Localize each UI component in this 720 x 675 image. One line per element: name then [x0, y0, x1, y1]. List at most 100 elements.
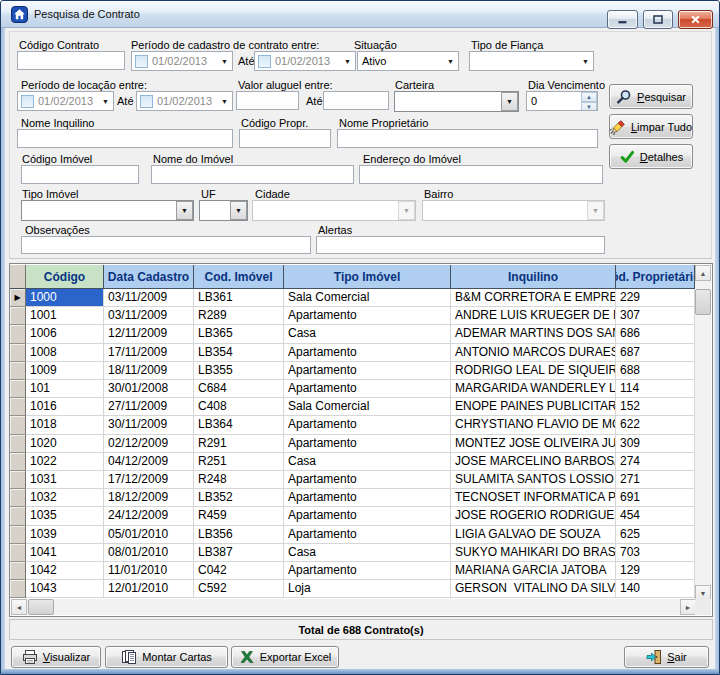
table-row[interactable]: 103117/12/2009R248ApartamentoSULAMITA SA…: [10, 471, 695, 489]
table-cell[interactable]: Apartamento: [284, 307, 451, 325]
table-cell[interactable]: Apartamento: [284, 380, 451, 398]
table-cell[interactable]: 05/01/2010: [104, 526, 194, 544]
table-cell[interactable]: Casa: [284, 325, 451, 343]
table-row[interactable]: 104211/01/2010C042ApartamentoMARIANA GAR…: [10, 562, 695, 580]
table-cell[interactable]: LB356: [194, 526, 284, 544]
table-cell[interactable]: Apartamento: [284, 489, 451, 507]
scroll-right-icon[interactable]: ►: [680, 599, 696, 615]
table-cell[interactable]: SULAMITA SANTOS LOSSIO E: [451, 471, 616, 489]
table-cell[interactable]: 1042: [26, 562, 104, 580]
table-row[interactable]: 100612/11/2009LB365CasaADEMAR MARTINS DO…: [10, 325, 695, 343]
endereco-imovel-input[interactable]: [359, 165, 603, 184]
table-cell[interactable]: 454: [616, 507, 695, 525]
checkbox-icon[interactable]: [258, 55, 271, 68]
table-cell[interactable]: MONTEZ JOSE OLIVEIRA JUN: [451, 435, 616, 453]
table-cell[interactable]: 691: [616, 489, 695, 507]
column-header[interactable]: Tipo Imóvel: [284, 265, 451, 289]
table-cell[interactable]: 17/11/2009: [104, 344, 194, 362]
table-cell[interactable]: 140: [616, 580, 695, 598]
checkbox-icon[interactable]: [135, 55, 148, 68]
table-cell[interactable]: Apartamento: [284, 507, 451, 525]
table-cell[interactable]: 30/01/2008: [104, 380, 194, 398]
table-cell[interactable]: 1039: [26, 526, 104, 544]
table-cell[interactable]: R291: [194, 435, 284, 453]
table-cell[interactable]: 1009: [26, 362, 104, 380]
table-cell[interactable]: MARGARIDA WANDERLEY LA: [451, 380, 616, 398]
table-cell[interactable]: Apartamento: [284, 562, 451, 580]
table-cell[interactable]: 274: [616, 453, 695, 471]
montar-cartas-button[interactable]: Montar Cartas: [105, 646, 228, 668]
table-row[interactable]: 103524/12/2009R459ApartamentoJOSE ROGERI…: [10, 507, 695, 525]
alertas-input[interactable]: [316, 236, 605, 254]
table-cell[interactable]: Apartamento: [284, 471, 451, 489]
table-row[interactable]: 10130/01/2008C684ApartamentoMARGARIDA WA…: [10, 380, 695, 398]
table-cell[interactable]: Apartamento: [284, 435, 451, 453]
table-row[interactable]: 104312/01/2010C592LojaGERSON VITALINO DA…: [10, 580, 695, 598]
table-cell[interactable]: Apartamento: [284, 526, 451, 544]
table-cell[interactable]: Loja: [284, 580, 451, 598]
column-header[interactable]: Código: [26, 265, 104, 289]
table-cell[interactable]: 686: [616, 325, 695, 343]
table-cell[interactable]: Apartamento: [284, 416, 451, 434]
table-cell[interactable]: LB364: [194, 416, 284, 434]
close-button[interactable]: [678, 10, 713, 29]
table-cell[interactable]: 03/11/2009: [104, 289, 194, 307]
table-cell[interactable]: 18/11/2009: [104, 362, 194, 380]
table-row[interactable]: 102002/12/2009R291ApartamentoMONTEZ JOSE…: [10, 435, 695, 453]
checkbox-icon[interactable]: [140, 95, 153, 108]
pesquisar-button[interactable]: Pesquisar: [609, 84, 693, 109]
periodo-locacao-from-picker[interactable]: 01/02/2013▼: [17, 91, 114, 111]
dropdown-arrow-icon[interactable]: ▼: [217, 58, 232, 65]
table-cell[interactable]: ENOPE PAINES PUBLICITARI: [451, 398, 616, 416]
nome-proprietario-input[interactable]: [337, 129, 598, 148]
nome-inquilino-input[interactable]: [17, 129, 233, 148]
detalhes-button[interactable]: Detalhes: [609, 144, 693, 169]
dropdown-arrow-icon[interactable]: ▼: [217, 98, 232, 105]
table-cell[interactable]: B&M CORRETORA E EMPREEN: [451, 289, 616, 307]
maximize-button[interactable]: [643, 10, 673, 29]
uf-combo[interactable]: ▼: [199, 200, 248, 221]
table-cell[interactable]: R251: [194, 453, 284, 471]
table-cell[interactable]: ADEMAR MARTINS DOS SANT: [451, 325, 616, 343]
table-cell[interactable]: ANDRE LUIS KRUEGER DE M: [451, 307, 616, 325]
codigo-propr-input[interactable]: [239, 129, 331, 148]
table-cell[interactable]: 1041: [26, 544, 104, 562]
table-cell[interactable]: RODRIGO LEAL DE SIQUEIRA: [451, 362, 616, 380]
table-cell[interactable]: 08/01/2010: [104, 544, 194, 562]
dropdown-button[interactable]: ▼: [501, 92, 518, 111]
table-cell[interactable]: 12/11/2009: [104, 325, 194, 343]
table-cell[interactable]: 229: [616, 289, 695, 307]
observacoes-input[interactable]: [21, 236, 311, 254]
periodo-cadastro-to-picker[interactable]: 01/02/2013▼: [254, 51, 356, 71]
table-cell[interactable]: LB387: [194, 544, 284, 562]
table-row[interactable]: 100918/11/2009LB355ApartamentoRODRIGO LE…: [10, 362, 695, 380]
table-cell[interactable]: 1035: [26, 507, 104, 525]
table-cell[interactable]: R248: [194, 471, 284, 489]
table-cell[interactable]: 309: [616, 435, 695, 453]
checkbox-icon[interactable]: [21, 95, 34, 108]
dropdown-button[interactable]: ▼: [230, 201, 247, 220]
table-cell[interactable]: 1043: [26, 580, 104, 598]
table-row[interactable]: 102204/12/2009R251CasaJOSE MARCELINO BAR…: [10, 453, 695, 471]
nome-imovel-input[interactable]: [151, 165, 354, 184]
table-cell[interactable]: 687: [616, 344, 695, 362]
table-cell[interactable]: 27/11/2009: [104, 398, 194, 416]
table-cell[interactable]: Casa: [284, 544, 451, 562]
table-cell[interactable]: 625: [616, 526, 695, 544]
table-cell[interactable]: 129: [616, 562, 695, 580]
scroll-left-icon[interactable]: ◄: [11, 599, 27, 615]
table-cell[interactable]: 703: [616, 544, 695, 562]
table-cell[interactable]: C042: [194, 562, 284, 580]
table-cell[interactable]: GERSON VITALINO DA SILVA: [451, 580, 616, 598]
table-cell[interactable]: CHRYSTIANO FLAVIO DE MO: [451, 416, 616, 434]
table-cell[interactable]: TECNOSET INFORMATICA PR: [451, 489, 616, 507]
table-cell[interactable]: 271: [616, 471, 695, 489]
table-cell[interactable]: 02/12/2009: [104, 435, 194, 453]
codigo-imovel-input[interactable]: [21, 165, 139, 184]
table-cell[interactable]: 30/11/2009: [104, 416, 194, 434]
table-row[interactable]: 101627/11/2009C408Sala ComercialENOPE PA…: [10, 398, 695, 416]
table-cell[interactable]: LB354: [194, 344, 284, 362]
minimize-button[interactable]: [607, 10, 638, 29]
table-cell[interactable]: 03/11/2009: [104, 307, 194, 325]
limpar-tudo-button[interactable]: Limpar Tudo: [609, 114, 693, 139]
